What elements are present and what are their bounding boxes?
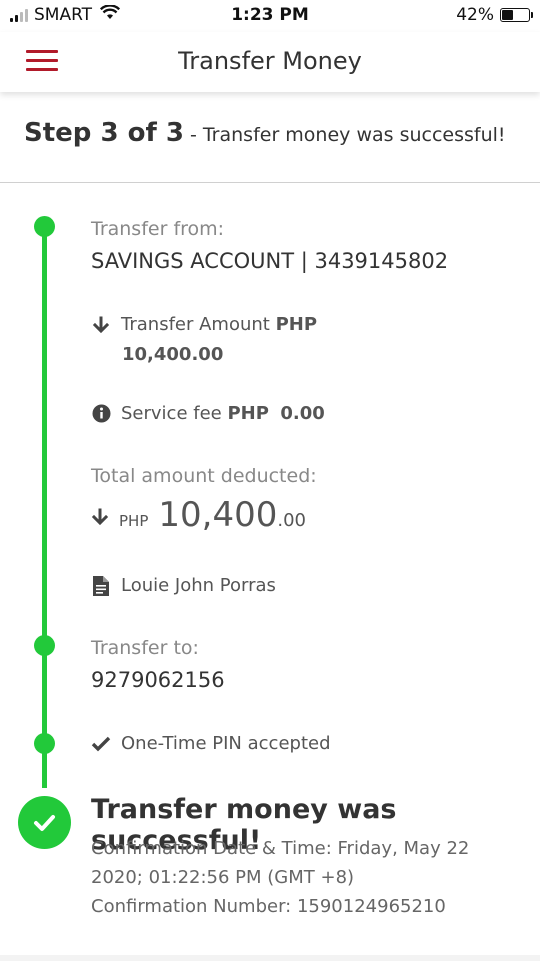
arrow-down-icon (91, 508, 109, 530)
total-label: Total amount deducted: (91, 465, 317, 487)
otp-label: One-Time PIN accepted (121, 733, 331, 754)
timeline-dot-otp (34, 733, 55, 754)
step-message: - Transfer money was successful! (183, 124, 506, 146)
check-circle-icon (18, 796, 71, 849)
transfer-to-label: Transfer to: (91, 637, 199, 659)
step-indicator: Step 3 of 3 - Transfer money was success… (24, 118, 506, 148)
battery-icon (500, 8, 533, 22)
transfer-amount-label: Transfer Amount (121, 314, 270, 335)
bottom-edge (0, 955, 540, 961)
info-icon (91, 404, 111, 424)
timeline-dot-to (34, 635, 55, 656)
total-amount-decimal: .00 (277, 510, 306, 531)
check-icon (91, 734, 111, 754)
confirmation-datetime-line1: Confirmation Date & Time: Friday, May 22 (91, 838, 470, 859)
divider (0, 182, 540, 183)
status-bar: SMART 1:23 PM 42% (0, 0, 540, 32)
service-fee-value: 0.00 (280, 403, 325, 424)
total-currency: PHP (119, 512, 149, 530)
transfer-amount-currency: PHP (275, 314, 318, 335)
step-label: Step 3 of 3 (24, 118, 184, 148)
status-right: 42% (456, 5, 533, 25)
total-amount-whole: 10,400 (158, 495, 278, 535)
payee-name: Louie John Porras (121, 575, 276, 596)
app-header: Transfer Money (0, 32, 540, 92)
timeline-line (42, 646, 47, 744)
payee-row: Louie John Porras (91, 575, 276, 596)
service-fee-currency: PHP (227, 403, 269, 424)
service-fee-row: Service fee PHP 0.00 (91, 403, 325, 424)
page-title: Transfer Money (178, 47, 362, 75)
total-amount-row: PHP 10,400 .00 (91, 495, 306, 535)
service-fee-label: Service fee (121, 403, 222, 424)
timeline-dot-from (34, 216, 55, 237)
confirmation-number: Confirmation Number: 1590124965210 (91, 896, 446, 917)
transfer-from-label: Transfer from: (91, 218, 225, 240)
confirmation-datetime-line2: 2020; 01:22:56 PM (GMT +8) (91, 867, 355, 888)
battery-percent: 42% (456, 5, 494, 25)
document-icon (91, 575, 111, 596)
timeline-line (42, 226, 47, 646)
arrow-down-icon (91, 315, 111, 335)
transfer-amount-value: 10,400.00 (122, 344, 224, 365)
otp-row: One-Time PIN accepted (91, 733, 331, 754)
transfer-amount-row: Transfer Amount PHP (91, 314, 317, 335)
transfer-to-account: 9279062156 (91, 668, 225, 692)
transfer-from-account: SAVINGS ACCOUNT | 3439145802 (91, 249, 449, 273)
